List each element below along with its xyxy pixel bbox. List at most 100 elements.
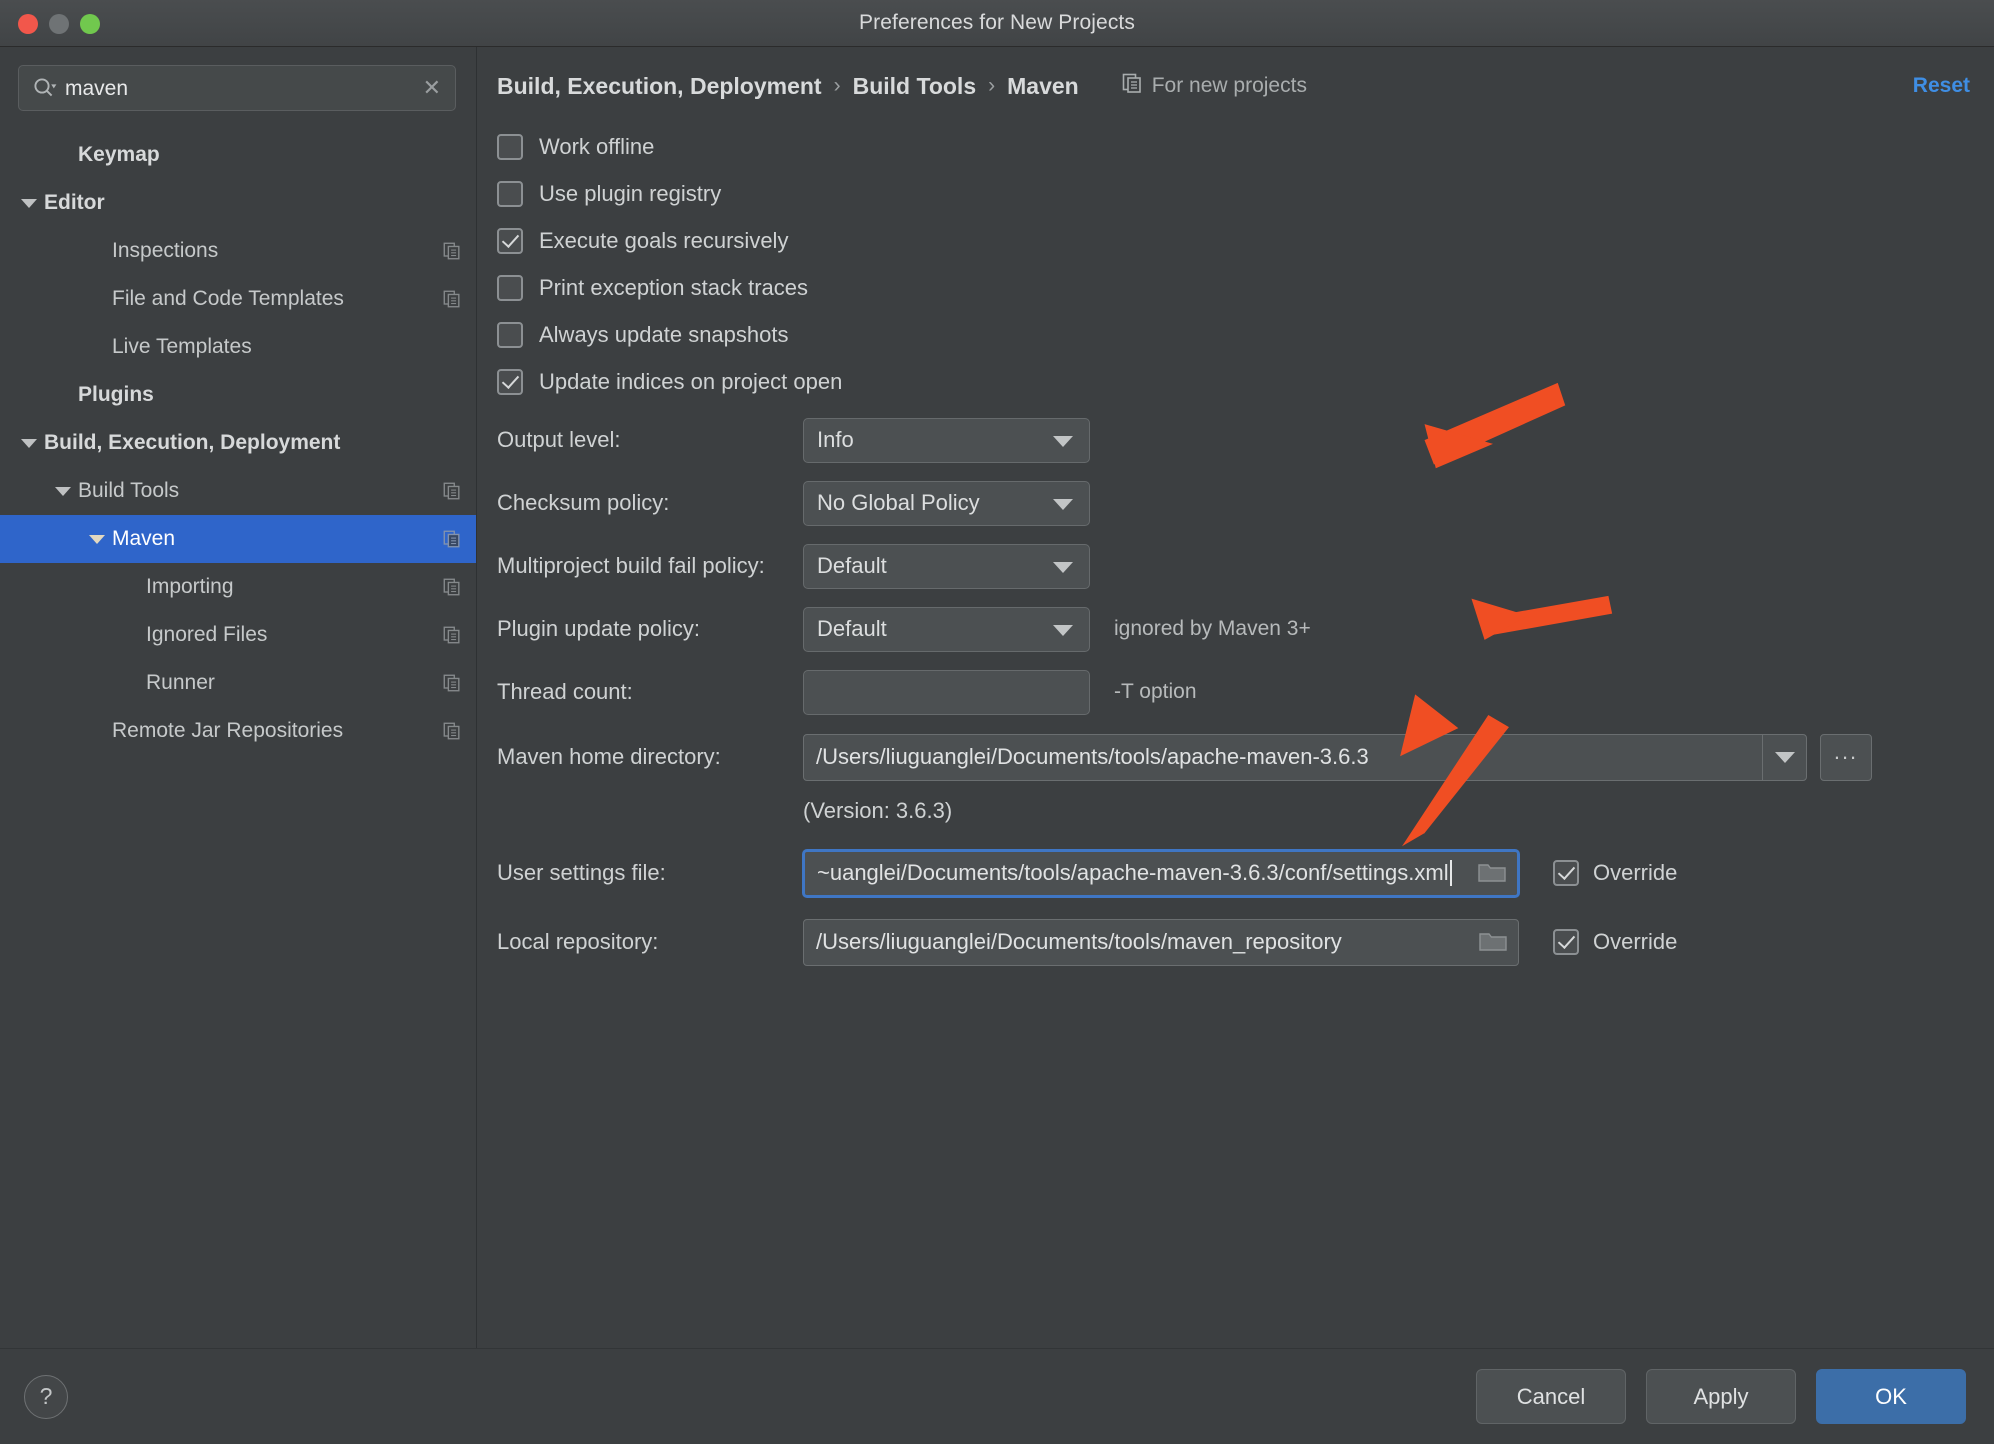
copy-icon[interactable] [442,721,462,741]
chevron-down-icon [1053,499,1073,510]
checkbox-label: Use plugin registry [539,180,722,206]
sidebar-item-file-and-code-templates[interactable]: File and Code Templates [0,275,476,323]
apply-button[interactable]: Apply [1646,1369,1796,1424]
chevron-down-icon[interactable] [86,534,108,544]
chevron-down-icon[interactable] [52,486,74,496]
chevron-down-icon [1053,562,1073,573]
copy-icon[interactable] [442,241,462,261]
breadcrumb-item-2[interactable]: Maven [1007,73,1079,100]
maven-home-browse-button[interactable]: ... [1820,733,1872,781]
select-checksum-policy[interactable]: No Global Policy [803,480,1090,526]
checkbox-group: Work offline Use plugin registry Execute g… [497,123,1970,405]
checkbox-always-update-snapshots[interactable] [497,321,523,348]
search-box[interactable]: maven ✕ [18,65,456,111]
maven-home-input[interactable]: /Users/liuguanglei/Documents/tools/apach… [803,733,1807,781]
maven-version-text: (Version: 3.6.3) [803,798,953,823]
chevron-down-icon[interactable] [18,198,40,208]
copy-icon[interactable] [442,481,462,501]
copy-icon[interactable] [442,673,462,693]
select-value: Default [817,553,887,578]
checkbox-print-exception-stack-traces[interactable] [497,274,523,301]
sidebar-item-label: Runner [146,671,215,694]
local-repository-override[interactable]: Override [1553,929,1677,955]
minimize-window-button[interactable] [49,13,69,34]
local-repository-label: Local repository: [497,929,659,954]
thread-count-input[interactable] [803,669,1090,715]
zoom-window-button[interactable] [80,13,100,34]
sidebar-item-build-execution-deployment[interactable]: Build, Execution, Deployment [0,419,476,467]
select-output-level[interactable]: Info [803,417,1090,463]
user-settings-override-checkbox[interactable] [1553,860,1579,886]
checkbox-use-plugin-registry[interactable] [497,180,523,207]
window-title: Preferences for New Projects [859,11,1135,34]
user-settings-row: User settings file: ~uanglei/Documents/t… [497,842,1970,904]
sidebar-item-live-templates[interactable]: Live Templates [0,323,476,371]
checkbox-row-use-plugin-registry[interactable]: Use plugin registry [497,170,1970,217]
sidebar-item-inspections[interactable]: Inspections [0,227,476,275]
checkbox-row-update-indices-on-project-open[interactable]: Update indices on project open [497,358,1970,405]
user-settings-input[interactable]: ~uanglei/Documents/tools/apache-maven-3.… [803,849,1519,897]
local-repository-override-checkbox[interactable] [1553,929,1579,955]
checkbox-row-execute-goals-recursively[interactable]: Execute goals recursively [497,217,1970,264]
preferences-window: Preferences for New Projects maven ✕ Key… [0,0,1994,1444]
local-repository-input[interactable]: /Users/liuguanglei/Documents/tools/maven… [803,918,1519,966]
folder-icon[interactable] [1478,930,1508,954]
dialog-footer: ? Cancel Apply OK [0,1348,1994,1444]
ok-button[interactable]: OK [1816,1369,1966,1424]
copy-icon[interactable] [442,289,462,309]
select-multiproject-build-fail-policy[interactable]: Default [803,543,1090,589]
select-value: Info [817,427,854,452]
user-settings-override-label: Override [1593,860,1678,885]
settings-tree: Keymap Editor Inspections File and Code Tem… [0,121,476,1348]
copy-icon[interactable] [442,529,462,549]
reset-link[interactable]: Reset [1913,74,1970,98]
sidebar-item-label: Editor [44,191,105,214]
sidebar-item-remote-jar-repositories[interactable]: Remote Jar Repositories [0,707,476,755]
thread-count-label: Thread count: [497,679,633,704]
chevron-down-icon[interactable] [18,438,40,448]
select-value: No Global Policy [817,490,980,515]
checkbox-row-print-exception-stack-traces[interactable]: Print exception stack traces [497,264,1970,311]
user-settings-override[interactable]: Override [1553,860,1677,886]
folder-icon[interactable] [1477,861,1507,885]
settings-sidebar: maven ✕ Keymap Editor Inspections File and … [0,47,477,1348]
local-repository-value: /Users/liuguanglei/Documents/tools/maven… [816,929,1342,954]
breadcrumb-separator: › [833,74,841,97]
cancel-button[interactable]: Cancel [1476,1369,1626,1424]
checkbox-label: Always update snapshots [539,321,789,347]
local-repository-row: Local repository: /Users/liuguanglei/Doc… [497,911,1970,973]
close-window-button[interactable] [18,13,38,34]
select-plugin-update-policy[interactable]: Default [803,606,1090,652]
sidebar-item-runner[interactable]: Runner [0,659,476,707]
sidebar-item-maven[interactable]: Maven [0,515,476,563]
sidebar-item-editor[interactable]: Editor [0,179,476,227]
sidebar-item-plugins[interactable]: Plugins [0,371,476,419]
select-row-output-level: Output level: Info [497,412,1970,468]
sidebar-item-keymap[interactable]: Keymap [0,131,476,179]
sidebar-item-label: Maven [112,527,176,550]
search-input[interactable]: maven [65,78,421,99]
copy-icon [1121,72,1143,100]
sidebar-item-ignored-files[interactable]: Ignored Files [0,611,476,659]
copy-icon[interactable] [442,625,462,645]
breadcrumb-item-1[interactable]: Build Tools [853,73,977,100]
breadcrumb-separator: › [988,74,996,97]
sidebar-item-build-tools[interactable]: Build Tools [0,467,476,515]
select-row-multiproject-build-fail-policy: Multiproject build fail policy: Default [497,538,1970,594]
checkbox-row-work-offline[interactable]: Work offline [497,123,1970,170]
clear-icon[interactable]: ✕ [421,77,443,99]
checkbox-execute-goals-recursively[interactable] [497,227,523,254]
sidebar-item-importing[interactable]: Importing [0,563,476,611]
checkbox-row-always-update-snapshots[interactable]: Always update snapshots [497,311,1970,358]
checkbox-work-offline[interactable] [497,133,523,160]
chevron-down-icon[interactable] [1762,734,1806,780]
maven-home-label: Maven home directory: [497,744,721,769]
help-button[interactable]: ? [24,1374,68,1419]
for-new-projects-label: For new projects [1151,74,1307,97]
checkbox-label: Update indices on project open [539,368,843,394]
breadcrumb-item-0[interactable]: Build, Execution, Deployment [497,73,822,100]
for-new-projects-indicator[interactable]: For new projects [1121,72,1307,100]
select-label: Multiproject build fail policy: [497,553,765,578]
copy-icon[interactable] [442,577,462,597]
checkbox-update-indices-on-project-open[interactable] [497,368,523,395]
